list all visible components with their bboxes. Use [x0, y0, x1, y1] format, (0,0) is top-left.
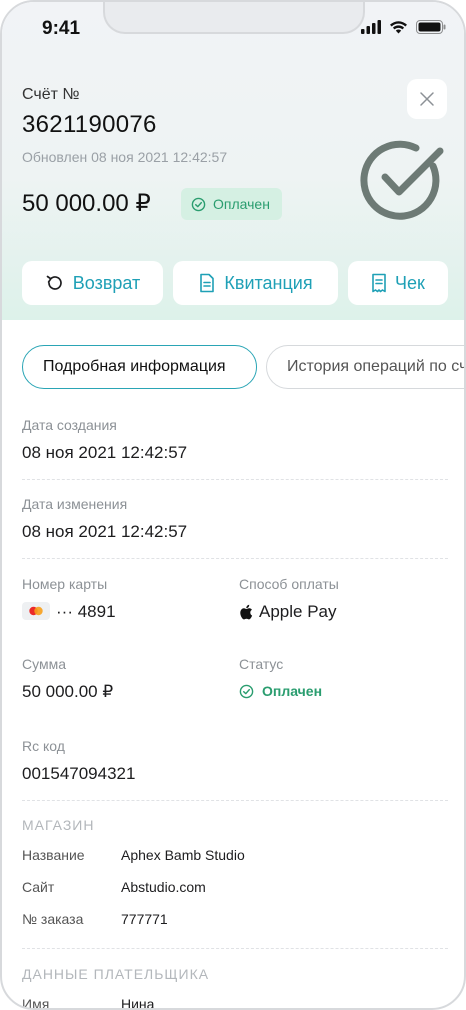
sum-value: 50 000.00 ₽ [22, 682, 114, 701]
divider [22, 948, 448, 949]
phone-frame: 9:41 Счёт № 3621190076 Обновлен 08 ноя 2… [0, 0, 466, 1010]
status-badge: Оплачен [181, 188, 282, 220]
shop-order-value: 777771 [121, 911, 168, 927]
close-button[interactable] [407, 79, 447, 119]
shop-name-value: Aphex Bamb Studio [121, 847, 245, 863]
card-label: Номер карты [22, 576, 108, 592]
rc-value: 001547094321 [22, 764, 136, 783]
payer-section-title: ДАННЫЕ ПЛАТЕЛЬЩИКА [22, 966, 210, 982]
wifi-icon [390, 21, 407, 34]
status-icons [361, 20, 446, 34]
receipt-icon [372, 273, 386, 293]
check-button-label: Чек [395, 272, 425, 293]
check-circle-icon [239, 684, 254, 698]
invoice-amount: 50 000.00 ₽ [22, 190, 151, 217]
shop-name-key: Название [22, 847, 85, 863]
refund-icon [46, 275, 62, 290]
sum-label: Сумма [22, 656, 66, 672]
created-value: 08 ноя 2021 12:42:57 [22, 443, 188, 462]
tab-details[interactable]: Подробная информация [22, 345, 257, 389]
invoice-number: 3621190076 [22, 111, 157, 138]
updated-timestamp: Обновлен 08 ноя 2021 12:42:57 [22, 149, 228, 165]
shop-order-key: № заказа [22, 911, 84, 927]
status-label: Статус [239, 656, 284, 672]
status-value-label: Оплачен [262, 683, 323, 699]
status-time: 9:41 [42, 18, 81, 39]
payment-method: Apple Pay [239, 602, 337, 622]
battery-icon [416, 20, 446, 34]
divider [22, 800, 448, 801]
rc-label: Rc код [22, 738, 65, 754]
modified-value: 08 ноя 2021 12:42:57 [22, 522, 188, 541]
receipt-button[interactable]: Квитанция [173, 261, 338, 305]
shop-site-value: Abstudio.com [121, 879, 206, 895]
shop-site-key: Сайт [22, 879, 55, 895]
divider [22, 479, 448, 480]
invoice-label: Счёт № [22, 86, 80, 103]
payment-method-label: Способ оплаты [239, 576, 339, 592]
shop-section-title: МАГАЗИН [22, 817, 95, 833]
document-icon [200, 273, 215, 293]
divider [22, 558, 448, 559]
tab-history-label: История операций по счёту [287, 358, 466, 375]
check-button[interactable]: Чек [348, 261, 448, 305]
receipt-button-label: Квитанция [224, 272, 313, 293]
card-number: ··· 4891 [56, 602, 116, 621]
created-label: Дата создания [22, 417, 117, 433]
payment-method-value: Apple Pay [259, 602, 337, 621]
signal-icon [361, 20, 381, 34]
mastercard-icon [22, 602, 50, 620]
status-badge-label: Оплачен [213, 196, 270, 212]
status-value: Оплачен [239, 683, 322, 699]
payer-name-value: Нина [121, 996, 155, 1010]
close-icon [420, 92, 434, 106]
check-circle-icon [191, 197, 206, 211]
refund-button-label: Возврат [72, 272, 141, 293]
paid-check-icon [360, 140, 444, 220]
device-notch [103, 2, 365, 34]
modified-label: Дата изменения [22, 496, 128, 512]
refund-button[interactable]: Возврат [22, 261, 163, 305]
payer-name-key: Имя [22, 996, 50, 1010]
tab-details-label: Подробная информация [43, 358, 226, 375]
apple-icon [240, 604, 253, 620]
tab-history[interactable]: История операций по счёту [266, 345, 466, 389]
